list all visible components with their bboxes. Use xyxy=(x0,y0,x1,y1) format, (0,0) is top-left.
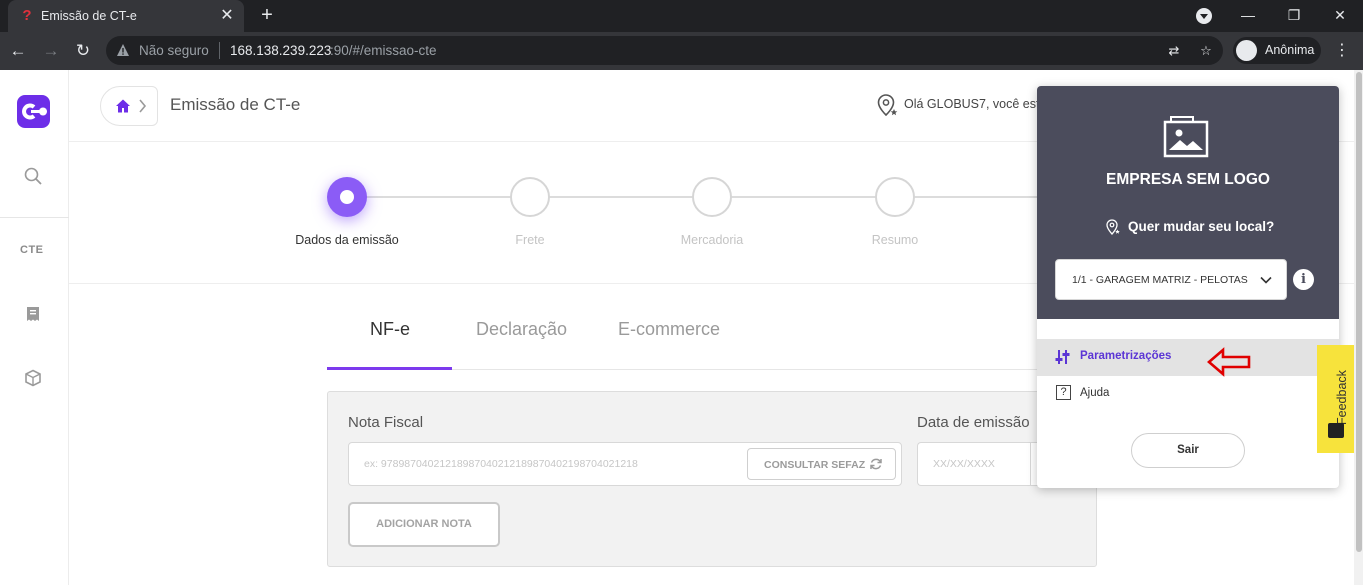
browser-tab-title: Emissão de CT-e xyxy=(41,9,137,23)
date-input-divider xyxy=(1030,443,1031,485)
warning-icon xyxy=(117,44,129,56)
nota-fiscal-placeholder: ex: 978987040212189870402121898704021987… xyxy=(364,458,638,470)
step-3-circle[interactable] xyxy=(692,177,732,217)
data-emissao-label: Data de emissão xyxy=(917,414,1030,431)
chevron-right-icon xyxy=(139,99,147,113)
step-2-label: Frete xyxy=(515,233,545,247)
app-sidebar: CTE xyxy=(0,70,69,585)
incognito-icon xyxy=(1236,40,1257,61)
site-favicon-icon: ? xyxy=(22,7,32,24)
new-tab-icon[interactable]: + xyxy=(256,5,278,27)
tab-search-icon[interactable] xyxy=(1196,8,1212,24)
feedback-tab[interactable]: Feedback xyxy=(1317,345,1354,453)
company-name: EMPRESA SEM LOGO xyxy=(1106,171,1270,188)
menu-item-label: Parametrizações xyxy=(1080,350,1172,362)
document-type-tabs: NF-e Declaração E-commerce xyxy=(327,300,1097,370)
data-emissao-placeholder: XX/XX/XXXX xyxy=(933,458,995,470)
step-3-label: Mercadoria xyxy=(680,233,744,247)
window-close-icon[interactable]: ✕ xyxy=(1320,0,1360,32)
step-4-label: Resumo xyxy=(871,233,919,247)
image-placeholder-icon xyxy=(1163,116,1209,158)
tab-nfe[interactable]: NF-e xyxy=(370,319,410,340)
home-icon[interactable] xyxy=(115,98,131,114)
close-tab-icon[interactable]: ✕ xyxy=(218,7,236,25)
security-label[interactable]: Não seguro xyxy=(139,43,209,58)
box-icon[interactable] xyxy=(22,369,44,391)
menu-item-label: Ajuda xyxy=(1080,387,1110,399)
step-4-circle[interactable] xyxy=(875,177,915,217)
sidebar-item-cte[interactable]: CTE xyxy=(20,244,44,256)
step-1-circle[interactable] xyxy=(327,177,367,217)
tab-ecommerce[interactable]: E-commerce xyxy=(618,319,720,340)
forward-icon[interactable]: → xyxy=(40,40,62,62)
location-pin-icon xyxy=(877,94,898,117)
browser-toolbar: ← → ↻ Não seguro 168.138.239.223 :90/#/e… xyxy=(0,32,1363,70)
info-icon[interactable]: i xyxy=(1293,269,1314,290)
minimize-icon[interactable]: — xyxy=(1228,0,1268,32)
translate-icon[interactable]: ⇄ xyxy=(1165,42,1183,60)
restore-icon[interactable]: ❐ xyxy=(1274,0,1314,32)
tab-declaracao[interactable]: Declaração xyxy=(476,319,567,340)
omnibox-separator xyxy=(219,42,220,59)
page-title: Emissão de CT-e xyxy=(170,95,301,114)
annotation-arrow-icon xyxy=(1207,347,1251,377)
location-select[interactable]: 1/1 - GARAGEM MATRIZ - PELOTAS xyxy=(1055,259,1287,300)
help-icon: ? xyxy=(1056,385,1071,400)
account-dropdown: EMPRESA SEM LOGO Quer mudar seu local? 1… xyxy=(1037,86,1339,488)
step-1-label: Dados da emissão xyxy=(295,233,399,247)
receipt-icon[interactable] xyxy=(22,305,44,327)
location-select-value: 1/1 - GARAGEM MATRIZ - PELOTAS xyxy=(1072,274,1248,286)
active-tab-underline xyxy=(327,367,452,370)
nota-fiscal-label: Nota Fiscal xyxy=(348,414,424,431)
bookmark-star-icon[interactable]: ☆ xyxy=(1197,42,1215,60)
location-pin-icon xyxy=(1106,219,1120,235)
breadcrumb[interactable] xyxy=(100,86,158,126)
menu-item-parametrizacoes[interactable]: Parametrizações xyxy=(1037,339,1339,376)
feedback-label: Feedback xyxy=(1335,370,1349,425)
browser-tab-strip: ? Emissão de CT-e ✕ + — ❐ ✕ xyxy=(0,0,1363,32)
app-logo[interactable] xyxy=(17,95,50,128)
feedback-face-icon xyxy=(1328,423,1344,438)
reload-icon[interactable]: ↻ xyxy=(72,40,94,62)
url-path: :90/#/emissao-cte xyxy=(330,43,437,58)
address-bar[interactable]: Não seguro 168.138.239.223 :90/#/emissao… xyxy=(106,36,1223,65)
logout-label: Sair xyxy=(1177,444,1199,456)
search-icon[interactable] xyxy=(22,166,44,188)
step-2-circle[interactable] xyxy=(510,177,550,217)
sidebar-divider xyxy=(0,217,69,218)
greeting-text: Olá GLOBUS7, você est xyxy=(904,97,1040,111)
back-icon[interactable]: ← xyxy=(7,40,29,62)
nfe-form-panel: Nota Fiscal Data de emissão ex: 97898704… xyxy=(327,391,1098,567)
browser-menu-icon[interactable]: ⋮ xyxy=(1333,40,1351,62)
chevron-down-icon xyxy=(1260,276,1272,284)
nota-fiscal-input[interactable]: ex: 978987040212189870402121898704021987… xyxy=(348,442,902,486)
logo-icon xyxy=(22,103,47,120)
browser-tab[interactable]: ? Emissão de CT-e ✕ xyxy=(8,0,244,32)
adicionar-nota-label: ADICIONAR NOTA xyxy=(376,518,472,530)
scrollbar-thumb[interactable] xyxy=(1356,72,1362,552)
profile-label: Anônima xyxy=(1265,43,1315,57)
sliders-icon xyxy=(1055,350,1070,364)
refresh-icon xyxy=(870,458,882,470)
incognito-profile-button[interactable]: Anônima xyxy=(1233,37,1321,64)
url-host: 168.138.239.223 xyxy=(230,43,332,58)
menu-item-ajuda[interactable]: ? Ajuda xyxy=(1037,376,1339,413)
change-location-text: Quer mudar seu local? xyxy=(1128,219,1275,234)
page-scrollbar[interactable] xyxy=(1354,70,1363,585)
consultar-sefaz-label: CONSULTAR SEFAZ xyxy=(764,459,866,471)
dropdown-company-section: EMPRESA SEM LOGO Quer mudar seu local? 1… xyxy=(1037,86,1339,319)
consultar-sefaz-button[interactable]: CONSULTAR SEFAZ xyxy=(747,448,896,480)
logout-button[interactable]: Sair xyxy=(1131,433,1245,468)
adicionar-nota-button[interactable]: ADICIONAR NOTA xyxy=(348,502,500,547)
